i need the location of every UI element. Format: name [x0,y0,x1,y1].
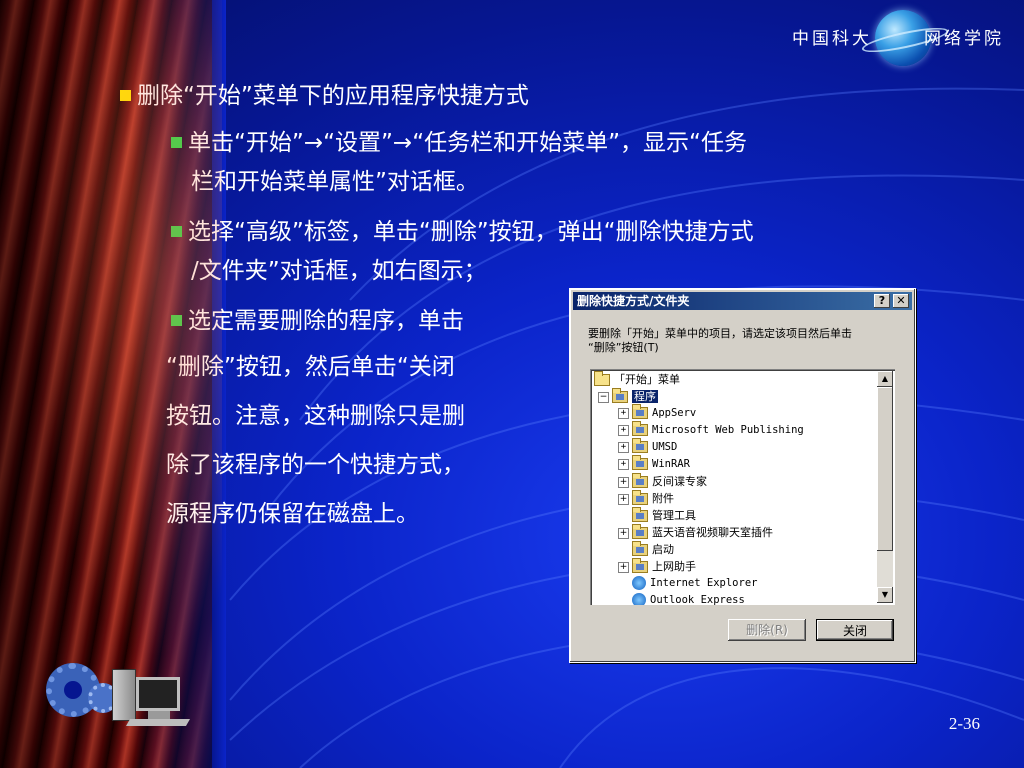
step1-line2: 栏和开始菜单属性”对话框。 [191,169,479,195]
logo-text-right: 网络学院 [924,29,1004,49]
tree-root[interactable]: 「开始」菜单 [594,371,680,388]
internet-explorer-icon [632,576,646,590]
delete-button[interactable]: 删除(R) [728,619,806,641]
step1-line1: 单击“开始”→“设置”→“任务栏和开始菜单”，显示“任务 [171,125,747,161]
page-number: 2-36 [948,714,980,733]
program-folder-icon [632,421,648,436]
tree-item-startup[interactable]: 启动 [632,541,674,558]
tree-item-umsd[interactable]: + UMSD [618,438,677,456]
expand-icon[interactable]: + [618,527,629,539]
close-button[interactable]: 关闭 [816,619,894,641]
program-folder-icon [632,455,648,470]
expand-icon[interactable]: + [618,407,629,419]
program-folder-icon [612,388,628,403]
tree-item-internet-explorer[interactable]: Internet Explorer [632,575,757,592]
tree-item-admin-tools[interactable]: 管理工具 [632,507,696,524]
left-decorative-strip [0,0,222,768]
expand-icon[interactable]: + [618,476,629,488]
tree-scrollbar[interactable]: ▲ ▼ [877,371,893,603]
dialog-titlebar: 删除快捷方式/文件夹 ? ✕ [573,292,912,310]
step2-line2: /文件夹”对话框，如右图示； [191,258,487,284]
program-folder-icon [632,558,648,573]
globe-icon [875,10,931,66]
scroll-thumb[interactable] [877,387,893,551]
step2-line1: 选择“高级”标签，单击“删除”按钮，弹出“删除快捷方式 [171,214,754,250]
expand-icon[interactable]: + [618,424,629,436]
start-menu-tree[interactable]: 「开始」菜单 − 程序 + AppServ + Microsoft Web Publi… [590,369,895,605]
expand-icon[interactable]: + [618,493,629,505]
program-folder-icon [632,541,648,556]
program-folder-icon [632,490,648,505]
tree-item-ms-web-publishing[interactable]: + Microsoft Web Publishing [618,421,804,439]
outlook-express-icon [632,593,646,605]
university-logo: 中国科大 网络学院 [780,10,1010,70]
tree-item-appserv[interactable]: + AppServ [618,404,696,422]
tree-item-outlook-express[interactable]: Outlook Express [632,592,745,605]
program-folder-icon [632,404,648,419]
collapse-icon[interactable]: − [598,391,609,403]
dialog-description: 要删除「开始」菜单中的项目，请选定该项目然后单击 “删除”按钮(T) [588,327,852,354]
tree-item-winrar[interactable]: + WinRAR [618,455,690,473]
tree-item-accessories[interactable]: + 附件 [618,490,674,507]
close-icon[interactable]: ✕ [893,294,909,308]
tree-item-voice-chat-plugin[interactable]: + 蓝天语音视频聊天室插件 [618,524,773,541]
logo-text-left: 中国科大 [792,29,872,49]
folder-open-icon [594,371,610,386]
dialog-title: 删除快捷方式/文件夹 [577,294,690,308]
expand-icon[interactable]: + [618,441,629,453]
scroll-up-icon[interactable]: ▲ [877,371,893,387]
help-button[interactable]: ? [874,294,890,308]
tree-item-web-assistant[interactable]: + 上网助手 [618,558,696,575]
delete-shortcut-dialog: 删除快捷方式/文件夹 ? ✕ 要删除「开始」菜单中的项目，请选定该项目然后单击 … [569,288,916,663]
tree-item-anti-spy[interactable]: + 反间谍专家 [618,473,707,490]
expand-icon[interactable]: + [618,458,629,470]
expand-icon[interactable]: + [618,561,629,573]
program-folder-icon [632,524,648,539]
tree-item-programs[interactable]: − 程序 [598,388,658,405]
program-folder-icon [632,507,648,522]
program-folder-icon [632,473,648,488]
program-folder-icon [632,438,648,453]
scroll-down-icon[interactable]: ▼ [877,587,893,603]
